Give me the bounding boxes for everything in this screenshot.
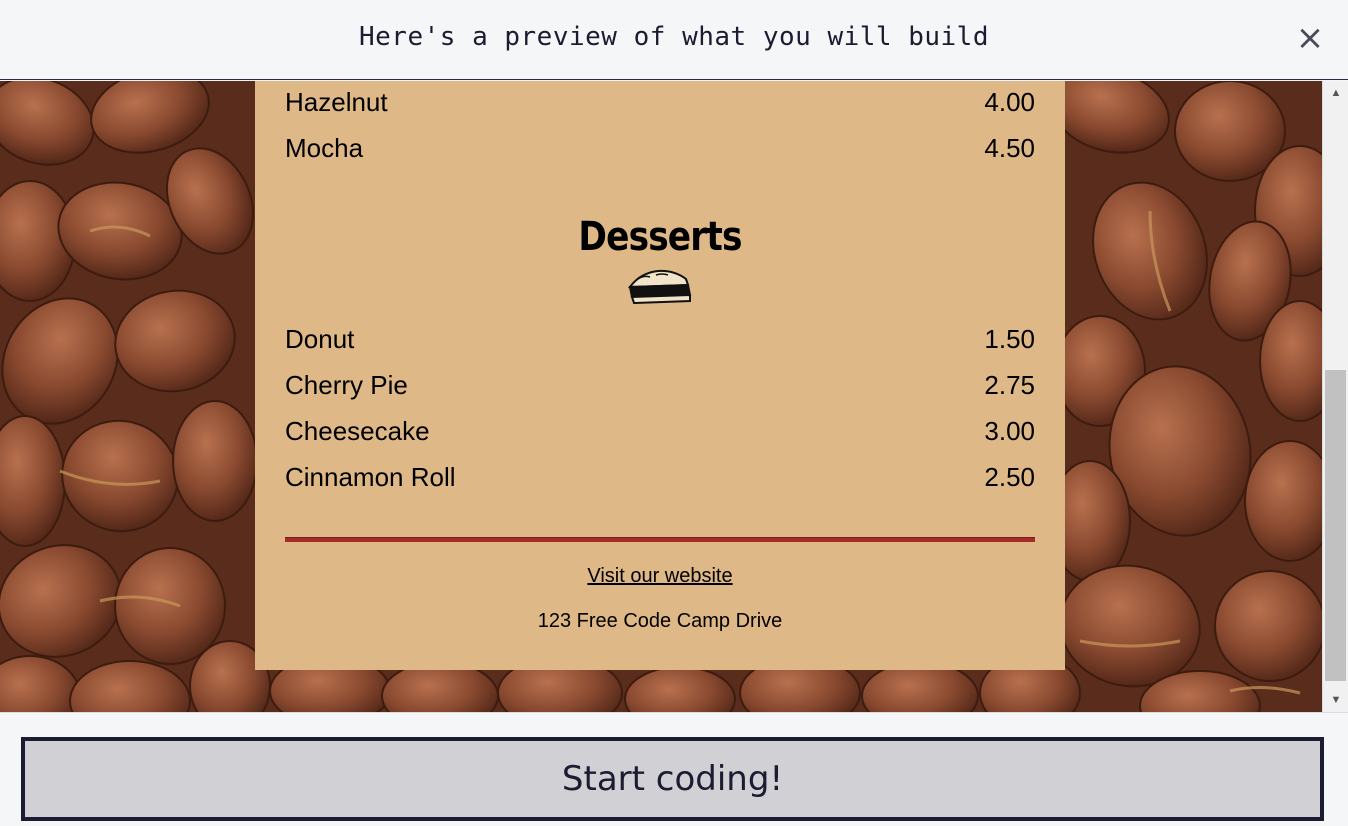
item-name: Cherry Pie <box>285 370 408 400</box>
start-coding-button[interactable]: Start coding! <box>21 737 1324 821</box>
item-price: 4.00 <box>984 87 1035 117</box>
footer-divider <box>285 537 1035 542</box>
address-text: 123 Free Code Camp Drive <box>537 610 783 632</box>
website-link[interactable]: Visit our website <box>255 565 1065 588</box>
pie-icon <box>628 269 692 305</box>
item-name: Hazelnut <box>285 87 388 117</box>
preview-frame: Hazelnut 4.00 Mocha 4.50 Desserts Donut … <box>0 81 1348 712</box>
scroll-down-arrow-icon[interactable]: ▼ <box>1323 690 1348 710</box>
scroll-thumb[interactable] <box>1325 370 1346 681</box>
modal-footer: Start coding! <box>0 712 1348 826</box>
item-name: Cheesecake <box>285 416 430 446</box>
scroll-up-arrow-icon[interactable]: ▲ <box>1323 83 1348 103</box>
menu-item: Hazelnut 4.00 <box>285 87 1035 117</box>
menu-item: Mocha 4.50 <box>285 133 1035 163</box>
menu-item: Cinnamon Roll 2.50 <box>285 462 1035 492</box>
menu-item: Cheesecake 3.00 <box>285 416 1035 446</box>
menu-item: Donut 1.50 <box>285 324 1035 354</box>
menu-item: Cherry Pie 2.75 <box>285 370 1035 400</box>
modal-title: Here's a preview of what you will build <box>359 22 989 52</box>
item-price: 4.50 <box>984 133 1035 163</box>
menu-card: Hazelnut 4.00 Mocha 4.50 Desserts Donut … <box>255 81 1065 670</box>
item-price: 2.75 <box>984 370 1035 400</box>
preview-scrollbar[interactable]: ▲ ▼ <box>1322 81 1348 712</box>
modal-header: Here's a preview of what you will build … <box>0 0 1348 80</box>
item-name: Donut <box>285 324 355 354</box>
item-name: Mocha <box>285 133 364 163</box>
section-title-desserts: Desserts <box>578 214 742 260</box>
close-button[interactable]: × <box>1294 21 1326 55</box>
item-price: 3.00 <box>984 416 1035 446</box>
item-name: Cinnamon Roll <box>285 462 456 492</box>
item-price: 2.50 <box>984 462 1035 492</box>
item-price: 1.50 <box>984 324 1035 354</box>
